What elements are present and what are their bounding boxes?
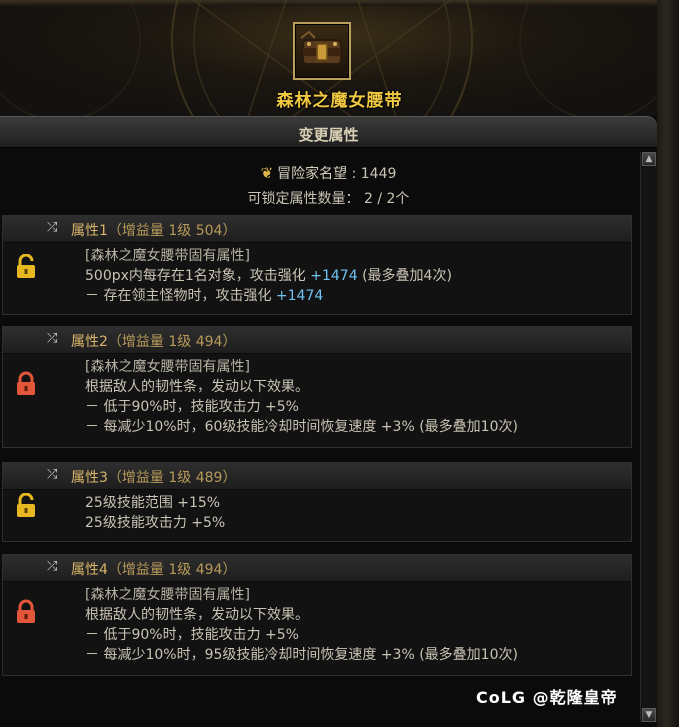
attribute-line: 根据敌人的韧性条，发动以下效果。: [85, 379, 309, 395]
attribute-lines-4: [森林之魔女腰带固有属性] 根据敌人的韧性条，发动以下效果。 － 低于90%时，…: [85, 585, 518, 665]
reputation-label: 冒险家名望: [277, 166, 348, 182]
section-header: 变更属性: [0, 116, 657, 148]
attribute-subtitle: （增益量 1级 504）: [107, 223, 237, 239]
locked-lock-icon[interactable]: [15, 599, 37, 625]
window-right-border: [657, 0, 679, 727]
attribute-subtitle: （增益量 1级 494）: [107, 334, 237, 350]
attribute-box-4: ⤮ 属性4（增益量 1级 494） [森林之魔女腰带固有属性] 根据敌人的韧性条…: [2, 554, 632, 676]
unlocked-lock-icon[interactable]: [15, 493, 37, 519]
attribute-line: [森林之魔女腰带固有属性]: [85, 248, 250, 264]
attribute-line: － 低于90%时，技能攻击力 +5%: [85, 627, 299, 643]
attribute-header-4: ⤮ 属性4（增益量 1级 494）: [3, 555, 631, 582]
attribute-title-1: 属性1（增益量 1级 504）: [71, 220, 236, 240]
attribute-title-3: 属性3（增益量 1级 489）: [71, 467, 236, 487]
lockable-count-line: 可锁定属性数量： 2 / 2个: [0, 188, 657, 208]
attribute-line: 25级技能攻击力 +5%: [85, 515, 226, 531]
bonus-value: +1474: [275, 288, 324, 304]
attribute-header-3: ⤮ 属性3（增益量 1级 489）: [3, 463, 631, 490]
attribute-box-2: ⤮ 属性2（增益量 1级 494） [森林之魔女腰带固有属性] 根据敌人的韧性条…: [2, 326, 632, 448]
attribute-line-tail: (最多叠加4次): [357, 268, 452, 284]
item-banner: 森林之魔女腰带: [0, 0, 679, 116]
attribute-box-1: ⤮ 属性1（增益量 1级 504） [森林之魔女腰带固有属性] 500px内每存…: [2, 215, 632, 315]
attribute-line: 根据敌人的韧性条，发动以下效果。: [85, 607, 309, 623]
attribute-lines-3: 25级技能范围 +15% 25级技能攻击力 +5%: [85, 493, 225, 533]
attribute-lines-2: [森林之魔女腰带固有属性] 根据敌人的韧性条，发动以下效果。 － 低于90%时，…: [85, 357, 518, 437]
shuffle-icon[interactable]: ⤮: [47, 220, 57, 235]
attribute-title-text: 属性1: [71, 223, 108, 239]
attribute-line: 500px内每存在1名对象，攻击强化 +1474 (最多叠加4次): [85, 266, 452, 286]
scroll-down-button[interactable]: ▼: [642, 708, 656, 722]
shuffle-icon[interactable]: ⤮: [47, 331, 57, 346]
reputation-value: : 1449: [351, 166, 397, 182]
watermark: CoLG @乾隆皇帝: [476, 688, 618, 707]
item-name: 森林之魔女腰带: [276, 91, 403, 111]
attribute-line: － 存在领主怪物时，攻击强化 +1474: [85, 286, 452, 306]
lockable-value: 2 / 2个: [364, 191, 410, 207]
attribute-title-text: 属性3: [71, 470, 108, 486]
reputation-icon: ❦: [260, 164, 274, 182]
attribute-line: 25级技能范围 +15%: [85, 495, 221, 511]
reputation-line: ❦ 冒险家名望 : 1449: [0, 163, 657, 183]
attribute-title-2: 属性2（增益量 1级 494）: [71, 331, 236, 351]
attribute-line: [森林之魔女腰带固有属性]: [85, 359, 250, 375]
attribute-line: － 每减少10%时，60级技能冷却时间恢复速度 +3% (最多叠加10次): [85, 419, 518, 435]
attribute-line: － 每减少10%时，95级技能冷却时间恢复速度 +3% (最多叠加10次): [85, 647, 518, 663]
section-title: 变更属性: [298, 126, 359, 144]
attribute-lines-1: [森林之魔女腰带固有属性] 500px内每存在1名对象，攻击强化 +1474 (…: [85, 246, 452, 306]
shuffle-icon[interactable]: ⤮: [47, 467, 57, 482]
locked-lock-icon[interactable]: [15, 371, 37, 397]
attribute-title-4: 属性4（增益量 1级 494）: [71, 559, 236, 579]
attribute-subtitle: （增益量 1级 489）: [107, 470, 237, 486]
attribute-line: － 低于90%时，技能攻击力 +5%: [85, 399, 299, 415]
attribute-title-text: 属性2: [71, 334, 108, 350]
attribute-line-text: － 存在领主怪物时，攻击强化: [85, 288, 276, 304]
attribute-line: [森林之魔女腰带固有属性]: [85, 587, 250, 603]
scrollbar[interactable]: ▲ ▼: [640, 152, 657, 722]
attribute-line-text: 500px内每存在1名对象，攻击强化: [85, 268, 311, 284]
lockable-label: 可锁定属性数量：: [247, 191, 360, 207]
attribute-box-3: ⤮ 属性3（增益量 1级 489） 25级技能范围 +15% 25级技能攻击力 …: [2, 462, 632, 542]
bonus-value: +1474: [310, 268, 358, 284]
attribute-subtitle: （增益量 1级 494）: [107, 562, 237, 578]
attribute-header-2: ⤮ 属性2（增益量 1级 494）: [3, 327, 631, 354]
unlocked-lock-icon[interactable]: [15, 254, 37, 280]
attribute-title-text: 属性4: [71, 562, 108, 578]
belt-icon[interactable]: [293, 22, 351, 80]
attribute-header-1: ⤮ 属性1（增益量 1级 504）: [3, 216, 631, 243]
shuffle-icon[interactable]: ⤮: [47, 559, 57, 574]
